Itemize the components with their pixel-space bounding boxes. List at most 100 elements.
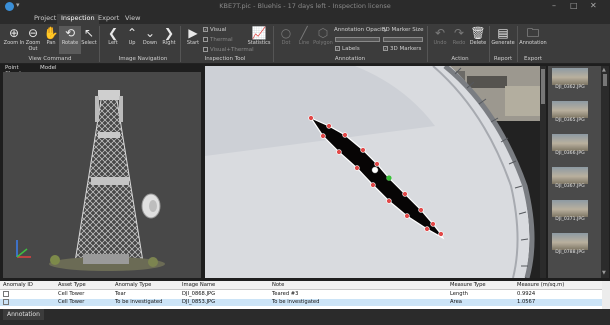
minimize-button[interactable]: –	[552, 1, 556, 10]
tab-annotation[interactable]: Annotation	[3, 309, 44, 320]
title-bar: ▾ KBE7T.pic - Bluehis - 17 days left - I…	[0, 0, 610, 13]
scroll-up-icon[interactable]: ▲	[602, 67, 606, 73]
table-scrollbar[interactable]	[602, 281, 610, 309]
scroll-down-icon[interactable]: ▼	[602, 270, 606, 276]
thumbnail-list: DJI_0362.JPG DJI_0365.JPG DJI_0366.JPG D…	[548, 66, 601, 278]
thumbnail-item[interactable]: DJI_0366.JPG	[552, 134, 588, 157]
document-icon: ▤	[497, 26, 509, 40]
group-inspection-tool: Inspection Tool	[204, 56, 246, 62]
marker-size-label: 3D Marker Size	[382, 27, 424, 33]
thumbnail-label: DJI_0371.JPG	[555, 217, 585, 222]
maximize-button[interactable]: □	[570, 1, 578, 10]
table-row[interactable]: Cell Tower To be investigated DJI_0853.J…	[0, 299, 602, 306]
thumbnail-item[interactable]: DJI_0367.JPG	[552, 167, 588, 190]
labels-label: Labels	[342, 46, 360, 52]
statistics-button[interactable]: 📈 Statistics	[247, 26, 271, 54]
table-header: Anomaly ID Asset Type Anomaly Type Image…	[0, 281, 602, 290]
thumbnail-image	[552, 200, 588, 217]
nav-right-button[interactable]: ❯ Right	[158, 26, 180, 54]
thumbnail-scrollbar[interactable]: ▲ ▼	[601, 66, 609, 278]
group-divider	[427, 26, 428, 62]
inspection-image-viewport[interactable]	[205, 66, 540, 278]
column-header[interactable]: Asset Type	[58, 282, 86, 288]
checkbox-checked-icon: ✓	[203, 27, 208, 32]
menu-export[interactable]: Export	[94, 14, 123, 24]
group-divider	[180, 26, 181, 62]
asset-type-cell: Cell Tower	[58, 291, 85, 297]
cursor-icon: ↖	[83, 26, 95, 40]
tab-model[interactable]: Model	[40, 65, 57, 71]
group-export: Export	[523, 56, 542, 62]
scrollbar-thumb[interactable]	[603, 74, 607, 86]
thumbnail-image	[552, 68, 588, 85]
annotation-opacity-slider[interactable]	[335, 37, 380, 42]
thumbnail-item[interactable]: DJI_0362.JPG	[552, 68, 588, 91]
window-title: KBE7T.pic - Bluehis - 17 days left - Ins…	[219, 2, 391, 10]
export-annotation-label: Annotation	[519, 40, 547, 46]
marker-size-slider[interactable]	[383, 37, 423, 42]
menu-inspection[interactable]: Inspection	[57, 14, 99, 24]
measure-cell: 0.9924	[517, 291, 536, 297]
checkbox-icon	[203, 47, 208, 52]
select-button[interactable]: ↖ Select	[78, 26, 100, 54]
menu-project[interactable]: Project	[30, 14, 60, 24]
thermal-label: Thermal	[210, 37, 233, 43]
checkbox-checked-icon: ✓	[335, 46, 340, 51]
ribbon-toolbar: ⊕ Zoom In ⊖ Zoom Out ✋ Pan ⟲ Rotate ↖ Se…	[0, 24, 610, 64]
note-cell: Teared #3	[272, 291, 299, 297]
scrollbar-thumb[interactable]	[541, 69, 545, 104]
measure-cell: 1.0567	[517, 299, 536, 305]
start-button[interactable]: ▶ Start	[182, 26, 204, 54]
visual-checkbox[interactable]: ✓ Visual	[203, 27, 226, 33]
delete-label: Delete	[469, 40, 487, 46]
thumbnail-label: DJI_0788.JPG	[555, 250, 585, 255]
polygon-tool-button[interactable]: ⬡ Polygon	[312, 26, 334, 54]
table-row[interactable]: Cell Tower Tear DJI_0868.JPG Teared #3 L…	[0, 291, 602, 298]
statistics-label: Statistics	[247, 40, 271, 46]
chart-icon: 📈	[251, 26, 267, 40]
row-checkbox[interactable]	[3, 299, 9, 305]
row-checkbox[interactable]	[3, 291, 9, 297]
thumbnail-image	[552, 233, 588, 250]
labels-checkbox[interactable]: ✓ Labels	[335, 46, 360, 52]
polygon-icon: ⬡	[317, 26, 329, 40]
menu-view[interactable]: View	[121, 14, 144, 24]
thumbnail-item[interactable]: DJI_0365.JPG	[552, 101, 588, 124]
column-header[interactable]: Measure (m/sq.m)	[517, 282, 564, 288]
column-header[interactable]: Image Name	[182, 282, 215, 288]
column-header[interactable]: Measure Type	[450, 282, 486, 288]
annotation-table: Anomaly ID Asset Type Anomaly Type Image…	[0, 281, 602, 309]
generate-label: Generate	[491, 40, 515, 46]
thumbnail-item[interactable]: DJI_0788.JPG	[552, 233, 588, 256]
thumbnail-image	[552, 167, 588, 184]
thumbnail-item[interactable]: DJI_0371.JPG	[552, 200, 588, 223]
column-header[interactable]: Anomaly Type	[115, 282, 151, 288]
close-button[interactable]: ✕	[590, 1, 597, 10]
3d-markers-checkbox[interactable]: ✓ 3D Markers	[383, 46, 421, 52]
asset-type-cell: Cell Tower	[58, 299, 85, 305]
thumbnail-image	[552, 101, 588, 118]
column-header[interactable]: Anomaly ID	[3, 282, 33, 288]
thumbnail-label: DJI_0362.JPG	[555, 85, 585, 90]
delete-button[interactable]: 🗑 Delete	[467, 26, 489, 54]
cell-tower-model	[16, 90, 165, 271]
bottom-panel-bar: Annotation	[0, 309, 610, 325]
3d-markers-label: 3D Markers	[390, 46, 422, 52]
image-scrollbar[interactable]	[540, 66, 546, 278]
folder-icon: 🗀	[526, 26, 539, 40]
trash-icon: 🗑	[470, 26, 486, 40]
column-header[interactable]: Note	[272, 282, 284, 288]
menu-bar: Project Inspection Export View	[0, 13, 610, 24]
arrow-right-icon: ❯	[163, 26, 175, 40]
generate-report-button[interactable]: ▤ Generate	[491, 26, 515, 54]
checkbox-checked-icon: ✓	[383, 46, 388, 51]
thermal-checkbox[interactable]: Thermal	[203, 37, 233, 43]
note-cell: To be investigated	[272, 299, 320, 305]
point-cloud-viewport[interactable]	[3, 72, 201, 278]
image-name-cell: DJI_0868.JPG	[182, 291, 216, 297]
group-image-navigation: Image Navigation	[118, 56, 168, 62]
group-report: Report	[493, 56, 513, 62]
export-annotation-button[interactable]: 🗀 Annotation	[519, 26, 547, 54]
play-icon: ▶	[188, 26, 198, 40]
tank-roof-image	[205, 66, 540, 278]
